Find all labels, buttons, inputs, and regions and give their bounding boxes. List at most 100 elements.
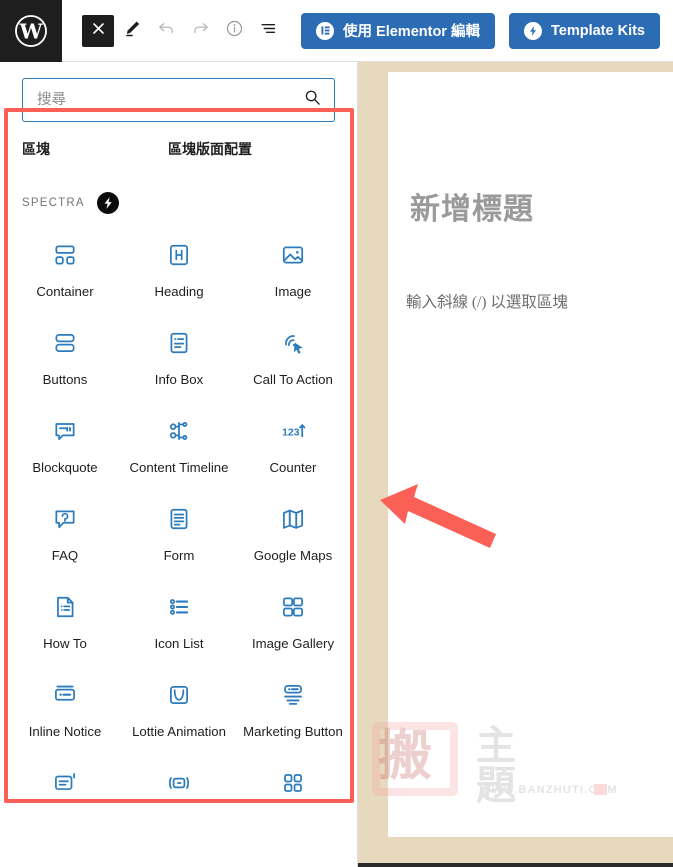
block-item[interactable]: Google Maps: [236, 496, 350, 584]
block-item[interactable]: Form: [122, 496, 236, 584]
block-item-label: Google Maps: [253, 548, 333, 563]
block-item-label: Buttons: [42, 372, 88, 387]
redo-button[interactable]: [184, 15, 216, 47]
image-icon: [280, 240, 306, 270]
block-item[interactable]: Icon List: [122, 584, 236, 672]
close-editor-button[interactable]: [82, 14, 114, 47]
block-item[interactable]: Image: [236, 232, 350, 320]
category-title: SPECTRA: [22, 197, 85, 209]
search-box[interactable]: [22, 78, 335, 122]
category-header: SPECTRA: [8, 174, 350, 214]
block-item[interactable]: [8, 760, 122, 848]
block-item[interactable]: Buttons: [8, 320, 122, 408]
buttons-icon: [52, 328, 78, 358]
content-timeline-icon: [166, 416, 192, 446]
lottie-curve-icon: [166, 680, 192, 710]
edit-with-elementor-label: 使用 Elementor 編輯: [343, 24, 480, 40]
call-to-action-cursor-icon: [280, 328, 306, 358]
elementor-icon: [316, 21, 335, 40]
block-item-label: Content Timeline: [129, 460, 229, 475]
block-item[interactable]: Container: [8, 232, 122, 320]
wordpress-logo-button[interactable]: W: [0, 0, 62, 62]
icon-list-icon: [166, 592, 192, 622]
lightning-bolt-icon: [523, 21, 542, 40]
faq-question-icon: [52, 504, 78, 534]
block-item[interactable]: Content Timeline: [122, 408, 236, 496]
paragraph-placeholder[interactable]: 輸入斜線 (/) 以選取區塊: [406, 290, 568, 312]
block-item-label: Lottie Animation: [132, 724, 226, 739]
form-icon: [166, 504, 192, 534]
edit-with-elementor-button[interactable]: 使用 Elementor 編輯: [301, 12, 495, 49]
block-item[interactable]: Marketing Button: [236, 672, 350, 760]
search-icon: [304, 89, 321, 111]
block-item-label: Container: [36, 284, 94, 299]
block-item[interactable]: FAQ: [8, 496, 122, 584]
block-item-label: Image: [274, 284, 312, 299]
post-grid-icon: [280, 768, 306, 798]
block-item-label: Form: [163, 548, 195, 563]
editor-toolbar: W 使用 Elementor 編輯 Template Kits: [0, 0, 673, 62]
image-gallery-icon: [280, 592, 306, 622]
editor-canvas-frame: 新增標題 輸入斜線 (/) 以選取區塊: [358, 62, 673, 865]
editor-page[interactable]: 新增標題 輸入斜線 (/) 以選取區塊: [388, 72, 673, 837]
counter-123-icon: 123: [280, 416, 306, 446]
block-item-label: FAQ: [51, 548, 79, 563]
edit-tool-button[interactable]: [116, 15, 148, 47]
blockquote-icon: [52, 416, 78, 446]
modal-popup-icon: [52, 768, 78, 798]
canvas-bottom-rule: [358, 863, 673, 867]
block-item[interactable]: [236, 760, 350, 848]
block-item[interactable]: How To: [8, 584, 122, 672]
block-item[interactable]: [122, 760, 236, 848]
block-item[interactable]: Lottie Animation: [122, 672, 236, 760]
search-input[interactable]: [23, 79, 334, 121]
toolbar-actions: [82, 14, 284, 47]
tab-block-patterns[interactable]: 區塊版面配置: [168, 139, 252, 159]
search-area: [0, 62, 357, 122]
container-icon: [52, 240, 78, 270]
block-list-scroll-area[interactable]: SPECTRA Container Heading Image Buttons Info…: [8, 174, 350, 861]
block-item[interactable]: 123 Counter: [236, 408, 350, 496]
spectra-bolt-icon: [96, 192, 119, 214]
block-item-label: Call To Action: [253, 372, 333, 387]
block-item-label: Marketing Button: [243, 724, 343, 739]
template-kits-label: Template Kits: [550, 22, 645, 39]
undo-button[interactable]: [150, 15, 182, 47]
list-view-button[interactable]: [252, 15, 284, 47]
details-button[interactable]: [218, 15, 250, 47]
block-item[interactable]: Inline Notice: [8, 672, 122, 760]
block-inserter-panel: 區塊 區塊版面配置 SPECTRA Container Heading Image B…: [0, 62, 358, 867]
google-maps-icon: [280, 504, 306, 534]
wordpress-block-editor: W 使用 Elementor 編輯 Template Kits 搜尋 區塊 區塊…: [0, 0, 673, 867]
close-x-icon: [91, 21, 106, 41]
marketing-button-icon: [280, 680, 306, 710]
tab-blocks[interactable]: 區塊: [22, 139, 168, 159]
block-item-label: Image Gallery: [251, 636, 335, 651]
block-item-label: How To: [43, 636, 87, 651]
marquee-icon: [166, 768, 192, 798]
block-item[interactable]: Info Box: [122, 320, 236, 408]
pencil-icon: [123, 19, 142, 43]
svg-text:W: W: [18, 19, 43, 43]
post-title-placeholder[interactable]: 新增標題: [410, 184, 534, 228]
wordpress-logo-icon: W: [14, 14, 48, 48]
block-item[interactable]: Blockquote: [8, 408, 122, 496]
undo-arrow-icon: [157, 19, 176, 43]
block-item-label: Heading: [154, 284, 204, 299]
toolbar-right-actions: 使用 Elementor 編輯 Template Kits: [301, 12, 673, 49]
heading-h-icon: [166, 240, 192, 270]
inline-notice-icon: [52, 680, 78, 710]
info-circle-icon: [225, 19, 244, 43]
block-item-label: Icon List: [154, 636, 204, 651]
template-kits-button[interactable]: Template Kits: [508, 12, 660, 49]
list-view-icon: [259, 19, 278, 43]
block-item[interactable]: Heading: [122, 232, 236, 320]
inserter-tabs: 區塊 區塊版面配置: [0, 139, 357, 159]
block-item[interactable]: Call To Action: [236, 320, 350, 408]
block-item[interactable]: Image Gallery: [236, 584, 350, 672]
redo-arrow-icon: [191, 19, 210, 43]
info-box-icon: [166, 328, 192, 358]
block-grid: Container Heading Image Buttons Info Box Call…: [8, 232, 350, 848]
svg-text:123: 123: [282, 427, 300, 438]
block-item-label: Inline Notice: [28, 724, 102, 739]
